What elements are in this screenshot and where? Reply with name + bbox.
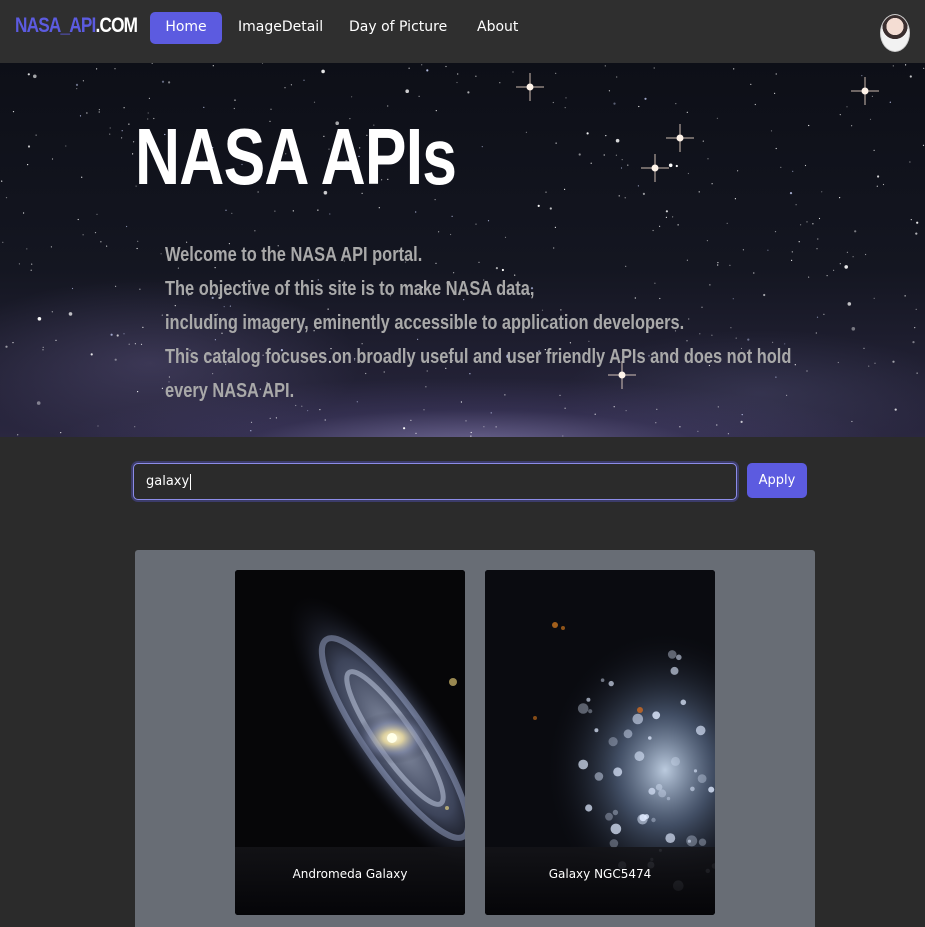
text-caret (190, 473, 192, 490)
nav-day-of-picture[interactable]: Day of Picture (349, 12, 447, 44)
nav-image-detail[interactable]: ImageDetail (238, 12, 323, 44)
navbar: NASA_API.COM Home ImageDetail Day of Pic… (0, 0, 925, 63)
hero-line: including imagery, eminently accessible … (165, 312, 685, 334)
nav-about[interactable]: About (477, 12, 518, 44)
search-input[interactable]: galaxy (133, 463, 737, 500)
hero-banner: NASA APIs Welcome to the NASA API portal… (0, 63, 925, 437)
card-title: Andromeda Galaxy (235, 847, 465, 915)
hero-title: NASA APIs (135, 112, 457, 201)
nav-home[interactable]: Home (150, 12, 222, 44)
brand-domain: .COM (95, 14, 138, 37)
hero-line: This catalog focuses on broadly useful a… (165, 346, 792, 368)
user-avatar[interactable] (880, 14, 910, 52)
result-card[interactable]: Andromeda Galaxy (235, 570, 465, 915)
brand-logo[interactable]: NASA_API.COM (15, 14, 138, 38)
hero-line: Welcome to the NASA API portal. (165, 244, 423, 266)
hero-line: The objective of this site is to make NA… (165, 278, 535, 300)
apply-button[interactable]: Apply (747, 463, 807, 498)
brand-name: NASA_API (15, 14, 96, 37)
card-title: Galaxy NGC5474 (485, 847, 715, 915)
search-input-value: galaxy (146, 474, 190, 489)
hero-description: Welcome to the NASA API portal. The obje… (165, 238, 792, 408)
results-panel: Andromeda Galaxy Galaxy NGC5474 (135, 550, 815, 927)
hero-line: every NASA API. (165, 380, 295, 402)
result-card[interactable]: Galaxy NGC5474 (485, 570, 715, 915)
